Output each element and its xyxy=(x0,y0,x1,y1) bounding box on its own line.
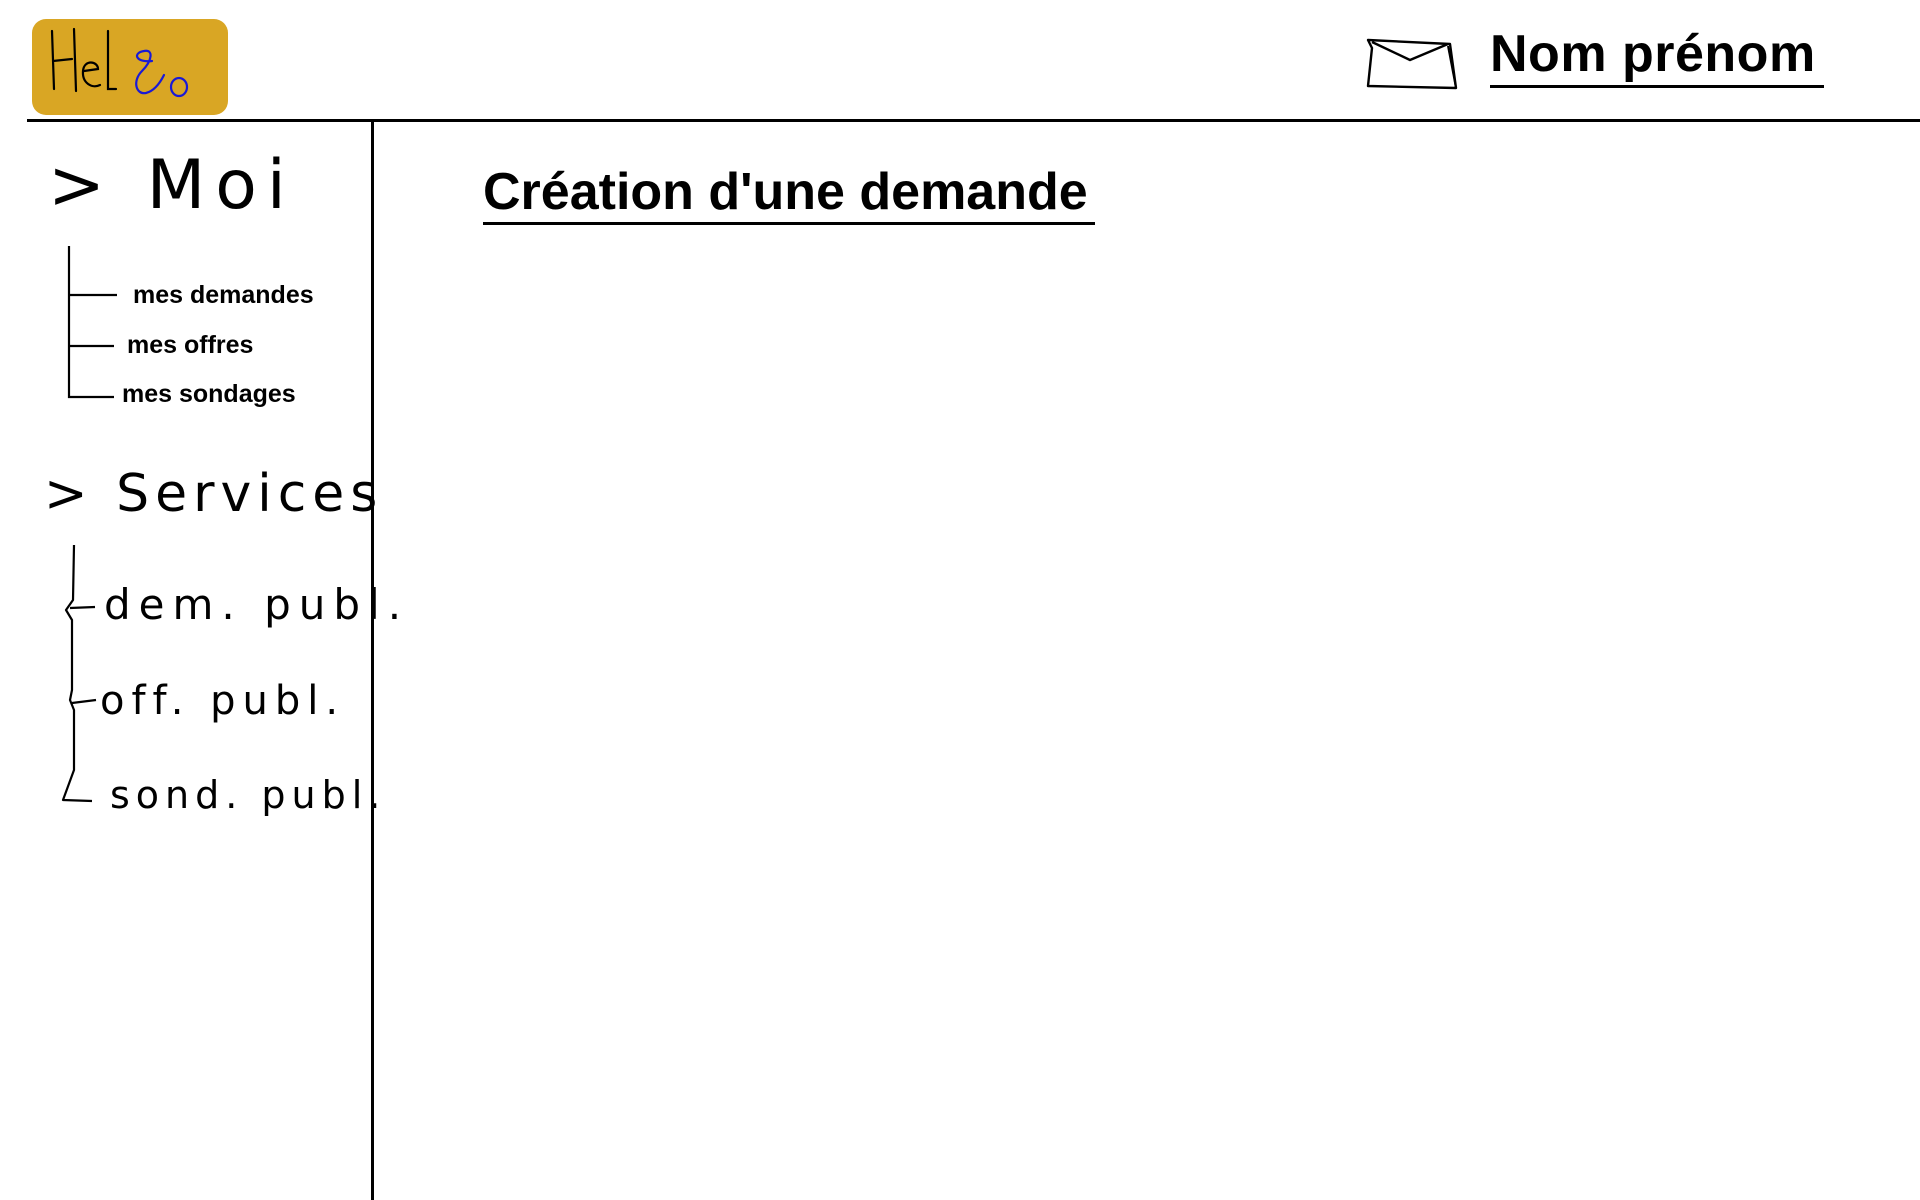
sidebar-item-sond-publ[interactable]: sond. publ. xyxy=(110,770,386,820)
sidebar-item-mes-sondages[interactable]: mes sondages xyxy=(122,379,296,409)
sidebar-item-off-publ[interactable]: off. publ. xyxy=(100,676,345,726)
sidebar-item-dem-publ[interactable]: dem. publ. xyxy=(104,580,409,630)
sidebar-section-moi[interactable]: > Moi xyxy=(48,146,296,226)
sidebar-item-mes-offres[interactable]: mes offres xyxy=(127,330,253,360)
page-title-underline xyxy=(483,222,1095,225)
envelope-icon[interactable] xyxy=(1364,34,1460,96)
page-title: Création d'une demande xyxy=(483,163,1088,221)
user-name-link[interactable]: Nom prénom xyxy=(1490,24,1816,84)
sidebar-tree-lines xyxy=(61,246,117,803)
user-name-underline xyxy=(1490,85,1824,88)
sidebar-item-mes-demandes[interactable]: mes demandes xyxy=(133,280,314,310)
sidebar-section-services[interactable]: > Services xyxy=(44,462,383,526)
